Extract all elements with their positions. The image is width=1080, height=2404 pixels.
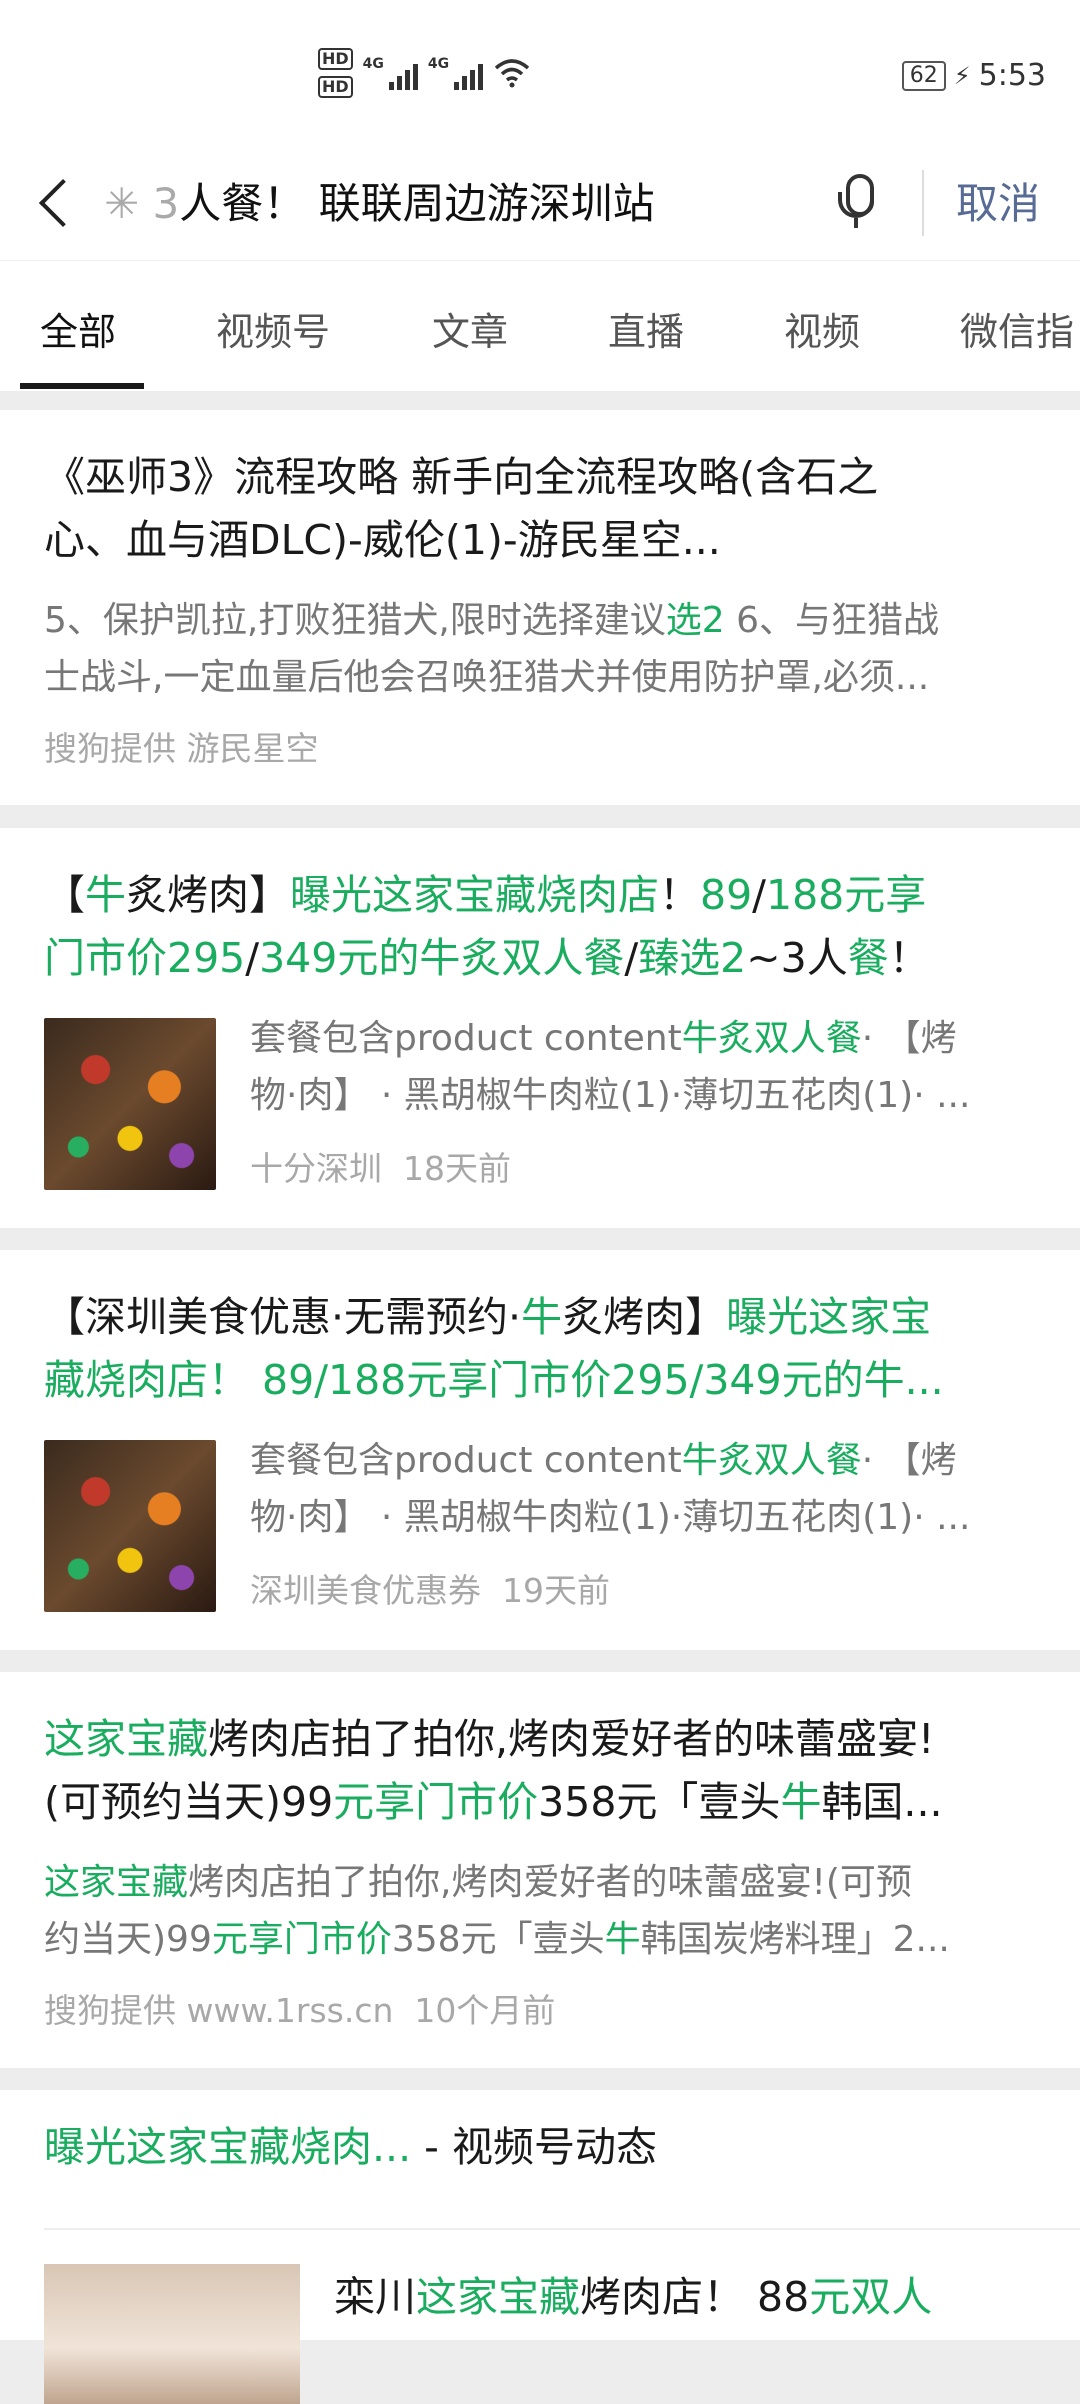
- battery-icon: 62: [901, 60, 946, 91]
- cancel-button[interactable]: 取消: [956, 170, 1040, 231]
- loading-icon: ✳: [104, 179, 153, 228]
- tab-all[interactable]: 全部: [40, 301, 116, 356]
- result-card[interactable]: 【深圳美食优惠·无需预约·牛炙烤肉】曝光这家宝 藏烧肉店！ 89/188元享门市…: [0, 1250, 1080, 1650]
- result-card[interactable]: 【牛炙烤肉】曝光这家宝藏烧肉店！89/188元享 门市价295/349元的牛炙双…: [0, 828, 1080, 1228]
- tab-channels[interactable]: 视频号: [216, 301, 330, 356]
- divider: [44, 2228, 1080, 2230]
- channels-result-card[interactable]: 曝光这家宝藏烧肉... - 视频号动态 栾川这家宝藏烤肉店！ 88元双人: [0, 2090, 1080, 2404]
- hd-icon: HD: [318, 48, 353, 70]
- signal-icon: 4G: [428, 56, 484, 90]
- search-bar: ✳ 3人餐！ 联联周边游深圳站 取消: [0, 150, 1080, 260]
- hd-icon: HD: [318, 76, 353, 98]
- food-thumbnail: [44, 1018, 216, 1190]
- result-title: 【牛炙烤肉】曝光这家宝藏烧肉店！89/188元享 门市价295/349元的牛炙双…: [44, 871, 930, 982]
- wifi-icon: [494, 59, 530, 88]
- result-title: 【深圳美食优惠·无需预约·牛炙烤肉】曝光这家宝 藏烧肉店！ 89/188元享门市…: [44, 1293, 944, 1404]
- search-input[interactable]: ✳ 3人餐！ 联联周边游深圳站: [104, 170, 804, 231]
- signal-icon: 4G: [363, 56, 418, 90]
- result-source: 十分深圳 18天前: [250, 1149, 511, 1188]
- result-source: 搜狗提供 游民星空: [44, 729, 319, 768]
- channels-header: 曝光这家宝藏烧肉... - 视频号动态: [44, 2123, 657, 2171]
- channel-item-title: 栾川这家宝藏烤肉店！ 88元双人: [334, 2273, 933, 2321]
- result-snippet: 这家宝藏烤肉店拍了拍你,烤肉爱好者的味蕾盛宴!(可预 约当天)99元享门市价35…: [44, 1862, 950, 1960]
- active-tab-indicator: [20, 383, 144, 389]
- result-card[interactable]: 这家宝藏烤肉店拍了拍你,烤肉爱好者的味蕾盛宴! (可预约当天)99元享门市价35…: [0, 1672, 1080, 2068]
- clock: 5:53: [978, 58, 1046, 93]
- tab-videos[interactable]: 视频: [784, 301, 860, 356]
- network-indicators: HD HD 4G 4G: [318, 48, 531, 98]
- back-icon[interactable]: [34, 172, 74, 232]
- result-snippet: 5、保护凯拉,打败狂猎犬,限时选择建议选2 6、与狂猎战 士战斗,一定血量后他会…: [44, 600, 940, 698]
- microphone-icon[interactable]: [836, 170, 876, 230]
- result-title: 这家宝藏烤肉店拍了拍你,烤肉爱好者的味蕾盛宴! (可预约当天)99元享门市价35…: [44, 1715, 943, 1826]
- result-card[interactable]: 《巫师3》流程攻略 新手向全流程攻略(含石之 心、血与酒DLC)-威伦(1)-游…: [0, 410, 1080, 805]
- divider: [922, 170, 924, 236]
- result-source: 搜狗提供 www.1rss.cn 10个月前: [44, 1991, 556, 2030]
- result-title: 《巫师3》流程攻略 新手向全流程攻略(含石之 心、血与酒DLC)-威伦(1)-游…: [44, 453, 879, 564]
- status-bar: HD HD 4G 4G 62 ⚡ 5:53: [0, 0, 1080, 150]
- tab-live[interactable]: 直播: [608, 301, 684, 356]
- charging-icon: ⚡: [953, 61, 971, 90]
- result-snippet: 套餐包含product content牛炙双人餐· 【烤 物·肉】 · 黑胡椒牛…: [250, 1018, 971, 1116]
- tab-articles[interactable]: 文章: [432, 301, 508, 356]
- channel-video-thumbnail: [44, 2264, 300, 2404]
- tab-wechat-index[interactable]: 微信指: [960, 301, 1074, 356]
- result-snippet: 套餐包含product content牛炙双人餐· 【烤 物·肉】 · 黑胡椒牛…: [250, 1440, 971, 1538]
- food-thumbnail: [44, 1440, 216, 1612]
- filter-tabs: 全部 视频号 文章 直播 视频 微信指: [0, 260, 1080, 391]
- result-source: 深圳美食优惠券 19天前: [250, 1571, 610, 1610]
